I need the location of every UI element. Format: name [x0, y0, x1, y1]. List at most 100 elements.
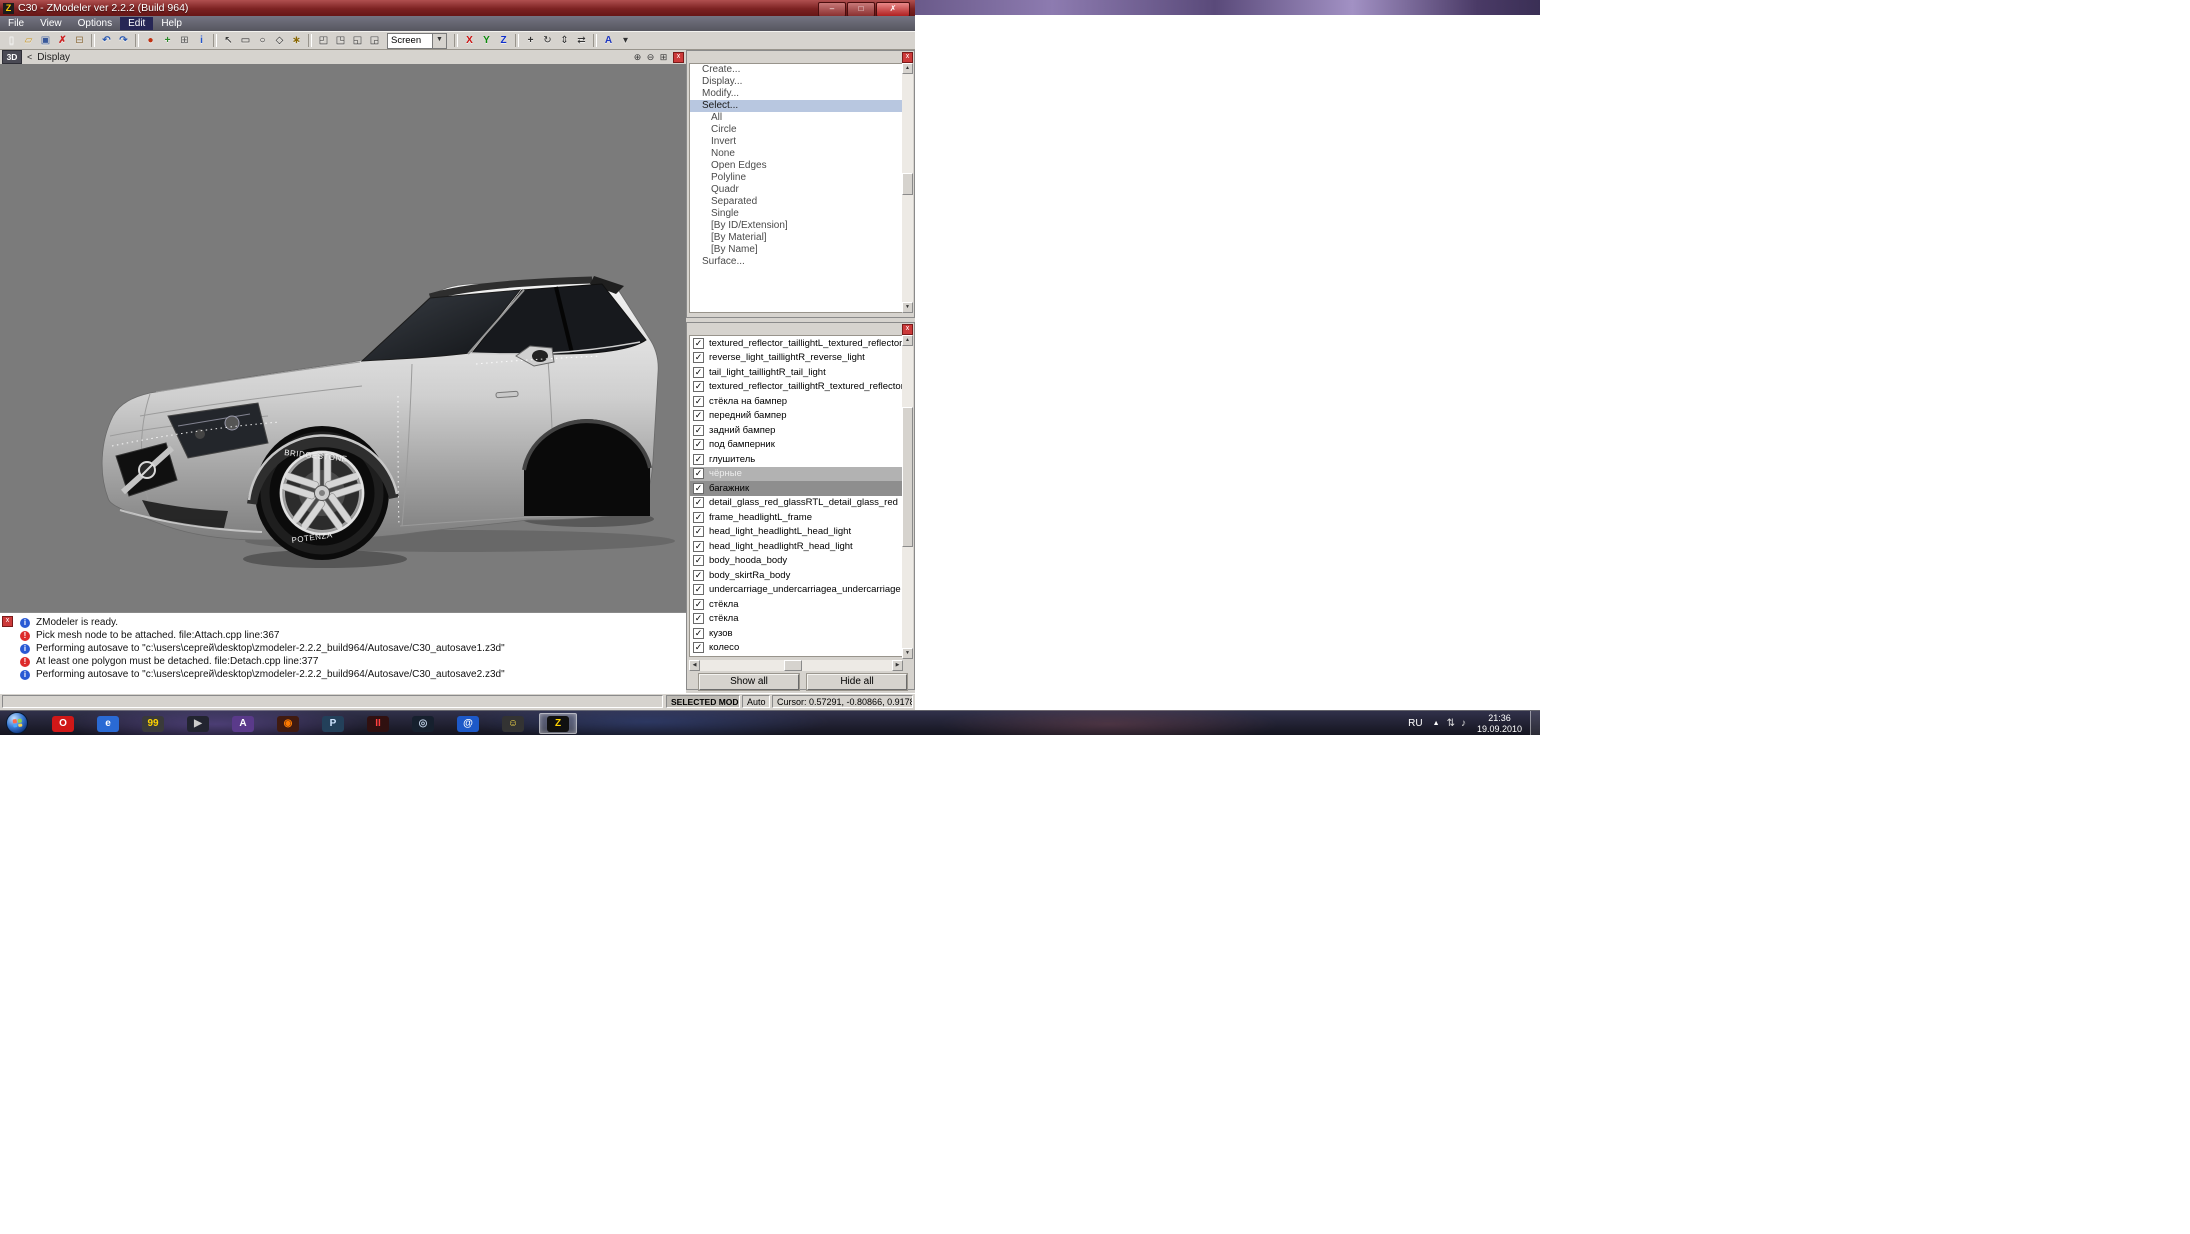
command-panel-item[interactable]: Polyline [690, 172, 902, 184]
mesh-list-item[interactable]: ✓textured_reflector_taillightL_textured_… [690, 336, 902, 351]
mesh-list-item[interactable]: ✓head_light_headlightR_head_light [690, 539, 902, 554]
mesh-list-item[interactable]: ✓textured_reflector_taillightR_textured_… [690, 380, 902, 395]
mesh-list-item[interactable]: ✓глушитель [690, 452, 902, 467]
scroll-up-icon[interactable]: ▲ [902, 63, 913, 74]
language-indicator[interactable]: RU [1402, 718, 1428, 729]
menu-view[interactable]: View [32, 17, 70, 30]
door-handle[interactable] [496, 391, 518, 398]
mesh-list-item[interactable]: ✓задний бампер [690, 423, 902, 438]
mesh-list-item[interactable]: ✓стёкла [690, 612, 902, 627]
car-model[interactable]: BRIDGESTONE POTENZA [102, 276, 658, 560]
command-panel-item[interactable]: Create... [690, 64, 902, 76]
mesh-visibility-checkbox[interactable]: ✓ [693, 541, 704, 552]
zmodeler-taskbar-icon[interactable]: Z [539, 713, 577, 734]
clipboard-icon[interactable]: ⊟ [71, 33, 88, 48]
command-panel-item[interactable]: Single [690, 208, 902, 220]
mesh-list-item[interactable]: ✓tail_light_taillightR_tail_light [690, 365, 902, 380]
scale-tool-icon[interactable]: ⇕ [556, 33, 573, 48]
mesh-list-item[interactable]: ✓frame_headlightL_frame [690, 510, 902, 525]
info-icon[interactable]: i [193, 33, 210, 48]
mesh-list-item[interactable]: ✓передний бампер [690, 409, 902, 424]
mesh-list-item[interactable]: ✓head_light_headlightL_head_light [690, 525, 902, 540]
select-rect-icon[interactable]: ▭ [237, 33, 254, 48]
status-mode-segment[interactable]: SELECTED MODE [666, 695, 740, 708]
scroll-left-icon[interactable]: ◀ [689, 660, 700, 671]
redo-icon[interactable]: ↷ [115, 33, 132, 48]
antivirus-icon[interactable]: II [359, 713, 397, 734]
media-player-icon[interactable]: ▶ [179, 713, 217, 734]
mesh-list-item[interactable]: ✓чёрные [690, 467, 902, 482]
messenger-icon[interactable]: ☺ [494, 713, 532, 734]
viewport-close-icon[interactable]: x [673, 52, 684, 63]
show-desktop-button[interactable] [1530, 711, 1540, 735]
mesh-list-item[interactable]: ✓body_hooda_body [690, 554, 902, 569]
mesh-visibility-checkbox[interactable]: ✓ [693, 642, 704, 653]
graphics-app-icon[interactable]: A [224, 713, 262, 734]
delete-icon[interactable]: ✗ [54, 33, 71, 48]
zoom-out-icon[interactable]: ⊖ [644, 52, 657, 63]
mesh-list-item[interactable]: ✓багажник [690, 481, 902, 496]
viewport-back-arrow[interactable]: < [27, 52, 32, 62]
undo-icon[interactable]: ↶ [98, 33, 115, 48]
photo-viewer-icon[interactable]: P [314, 713, 352, 734]
view-top-icon[interactable]: ◱ [349, 33, 366, 48]
start-button[interactable] [6, 712, 28, 734]
mesh-visibility-checkbox[interactable]: ✓ [693, 584, 704, 595]
scroll-right-icon[interactable]: ▶ [892, 660, 903, 671]
mesh-list-scrollbar[interactable]: ▲ ▼ [902, 335, 913, 659]
move-tool-icon[interactable]: + [522, 33, 539, 48]
axis-x-button[interactable]: X [461, 33, 478, 48]
volume-icon[interactable]: ♪ [1458, 718, 1469, 729]
scroll-up-icon[interactable]: ▲ [902, 335, 913, 346]
mesh-visibility-checkbox[interactable]: ✓ [693, 599, 704, 610]
command-panel-item[interactable]: Display... [690, 76, 902, 88]
log-close-icon[interactable]: x [2, 616, 13, 627]
save-file-icon[interactable]: ▣ [37, 33, 54, 48]
close-button[interactable]: ✗ [876, 2, 910, 17]
mesh-visibility-checkbox[interactable]: ✓ [693, 367, 704, 378]
view-3d-icon[interactable]: ◲ [366, 33, 383, 48]
command-panel-item[interactable]: Invert [690, 136, 902, 148]
network-icon[interactable]: ⇅ [1444, 718, 1458, 729]
opera-browser-icon[interactable]: O [44, 713, 82, 734]
mesh-visibility-checkbox[interactable]: ✓ [693, 570, 704, 581]
axis-y-button[interactable]: Y [478, 33, 495, 48]
scroll-down-icon[interactable]: ▼ [902, 648, 913, 659]
command-panel-item[interactable]: None [690, 148, 902, 160]
mesh-visibility-checkbox[interactable]: ✓ [693, 338, 704, 349]
view-front-icon[interactable]: ◰ [315, 33, 332, 48]
mesh-list-item[interactable]: ✓reverse_light_taillightR_reverse_light [690, 351, 902, 366]
mesh-visibility-checkbox[interactable]: ✓ [693, 425, 704, 436]
axis-z-button[interactable]: Z [495, 33, 512, 48]
new-file-icon[interactable]: ▯ [3, 33, 20, 48]
mesh-visibility-checkbox[interactable]: ✓ [693, 396, 704, 407]
rotate-tool-icon[interactable]: ↻ [539, 33, 556, 48]
mesh-panel-close-icon[interactable]: x [902, 324, 913, 335]
status-auto-segment[interactable]: Auto [742, 695, 770, 708]
titlebar[interactable]: Z C30 - ZModeler ver 2.2.2 (Build 964) –… [0, 0, 915, 16]
command-panel-item[interactable]: Quadr [690, 184, 902, 196]
mesh-visibility-checkbox[interactable]: ✓ [693, 526, 704, 537]
game-client-icon[interactable]: ◎ [404, 713, 442, 734]
mesh-visibility-checkbox[interactable]: ✓ [693, 439, 704, 450]
mesh-visibility-checkbox[interactable]: ✓ [693, 613, 704, 624]
mesh-list-item[interactable]: ✓под бамперник [690, 438, 902, 453]
command-panel-item[interactable]: Separated [690, 196, 902, 208]
dropdown-arrow-icon[interactable]: ▼ [432, 34, 446, 48]
command-panel-item[interactable]: Surface... [690, 256, 902, 268]
command-panel-close-icon[interactable]: x [902, 52, 913, 63]
qip-messenger-icon[interactable]: 99 [134, 713, 172, 734]
mesh-list-item[interactable]: ✓detail_glass_red_glassRTL_detail_glass_… [690, 496, 902, 511]
scroll-thumb[interactable] [784, 660, 802, 671]
view-mode-dropdown[interactable]: Screen▼ [387, 33, 447, 49]
command-panel-item[interactable]: Modify... [690, 88, 902, 100]
mesh-visibility-checkbox[interactable]: ✓ [693, 410, 704, 421]
internet-explorer-icon[interactable]: e [89, 713, 127, 734]
mesh-visibility-checkbox[interactable]: ✓ [693, 483, 704, 494]
mesh-list-item[interactable]: ✓undercarriage_undercarriagea_undercarri… [690, 583, 902, 598]
viewport-mode-button[interactable]: 3D [2, 50, 22, 64]
hide-all-button[interactable]: Hide all [807, 674, 907, 690]
plugin-icon[interactable]: + [159, 33, 176, 48]
mesh-visibility-checkbox[interactable]: ✓ [693, 497, 704, 508]
mail-agent-icon[interactable]: @ [449, 713, 487, 734]
